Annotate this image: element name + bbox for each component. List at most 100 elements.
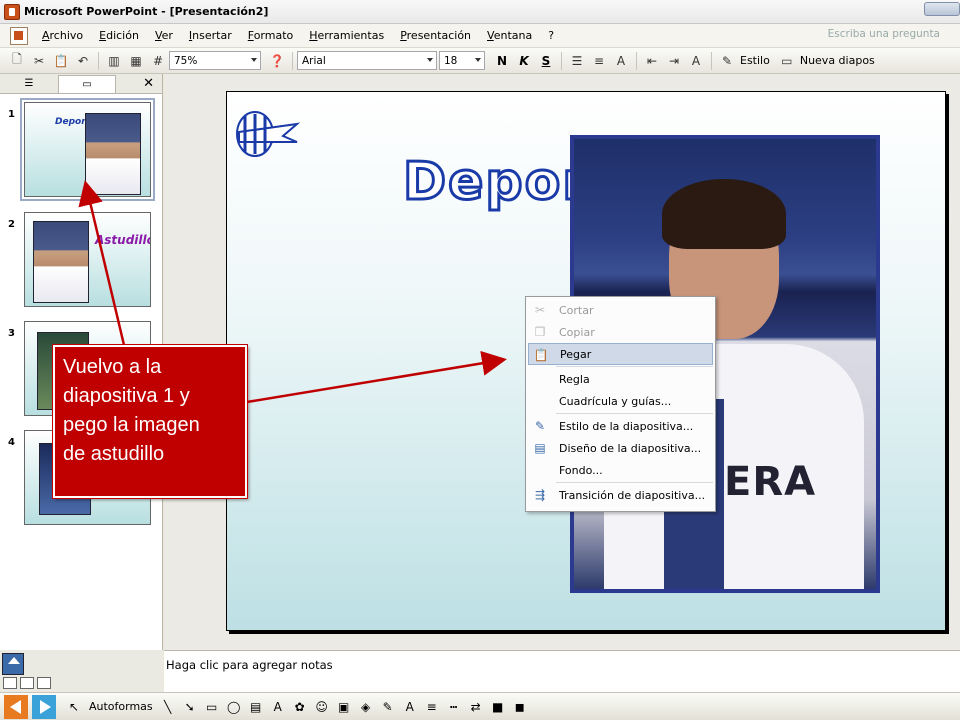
new-document-icon[interactable]: 🗋	[7, 51, 27, 71]
style-button[interactable]: Estilo	[740, 54, 770, 67]
decrease-indent-icon[interactable]: ⇤	[642, 51, 662, 71]
tab-outline[interactable]: ☰	[0, 75, 58, 93]
undo-icon[interactable]: ↶	[73, 51, 93, 71]
menu-item-estilo[interactable]: ✎ Estilo de la diapositiva...	[528, 415, 713, 437]
sorter-view-icon[interactable]	[20, 677, 34, 689]
annotation-callout: Vuelvo a la diapositiva 1 y pego la imag…	[52, 344, 248, 499]
slide-style-toolbar-icon[interactable]: ✎	[717, 51, 737, 71]
shadow-button[interactable]: S	[535, 54, 557, 68]
fill-color-icon[interactable]: ◈	[356, 697, 376, 717]
bullet-list-icon[interactable]: ≡	[589, 51, 609, 71]
new-slide-button[interactable]: Nueva diapos	[800, 54, 875, 67]
menu-edicion[interactable]: Edición	[91, 29, 147, 42]
line-style-icon[interactable]: ≡	[422, 697, 442, 717]
slide-number: 2	[8, 219, 15, 230]
menu-insertar[interactable]: Insertar	[181, 29, 240, 42]
font-color-icon[interactable]: A	[686, 51, 706, 71]
autoshapes-menu[interactable]: Autoformas	[89, 700, 153, 713]
clipart-icon[interactable]: ☺	[312, 697, 332, 717]
menu-archivo[interactable]: Archivo	[34, 29, 91, 42]
italic-button[interactable]: K	[513, 54, 535, 68]
select-pointer-icon[interactable]: ↖	[64, 697, 84, 717]
line-icon[interactable]: ╲	[158, 697, 178, 717]
menu-item-label: Regla	[559, 372, 590, 386]
tab-slides[interactable]: ▭	[58, 74, 116, 93]
textbox-icon[interactable]: ▤	[246, 697, 266, 717]
menu-item-diseno[interactable]: ▤ Diseño de la diapositiva...	[528, 437, 713, 459]
callout-line: Vuelvo a la	[63, 356, 162, 378]
slide-number: 3	[8, 328, 15, 339]
slide-thumbnail-1[interactable]: Deport	[20, 98, 155, 201]
next-slide-icon[interactable]	[32, 694, 56, 719]
home-icon[interactable]	[2, 653, 24, 675]
menu-item-copiar[interactable]: ❐ Copiar	[528, 321, 713, 343]
3d-icon[interactable]: ◼	[510, 697, 530, 717]
powerpoint-app-icon	[4, 3, 20, 20]
slide-thumbnail-2[interactable]: Astudillo	[24, 212, 151, 307]
menu-help[interactable]: ?	[540, 29, 562, 42]
help-icon[interactable]: ❓	[267, 51, 287, 71]
diagram-icon[interactable]: ✿	[290, 697, 310, 717]
shadow-icon[interactable]: ■	[488, 697, 508, 717]
bold-button[interactable]: N	[491, 54, 513, 68]
chevron-down-icon	[475, 58, 481, 62]
picture-icon[interactable]: ▣	[334, 697, 354, 717]
font-select[interactable]: Arial	[297, 51, 437, 70]
thumb-photo	[85, 113, 141, 195]
menu-ventana[interactable]: Ventana	[479, 29, 540, 42]
callout-line: diapositiva 1 y	[63, 385, 190, 407]
window-controls[interactable]	[924, 2, 960, 16]
toolbar-separator	[636, 51, 637, 70]
grid-icon[interactable]: #	[148, 51, 168, 71]
insert-chart-icon[interactable]: ▥	[104, 51, 124, 71]
menu-ver[interactable]: Ver	[147, 29, 181, 42]
menu-separator	[556, 366, 713, 367]
toolbar-separator	[711, 51, 712, 70]
club-crest-logo	[236, 111, 301, 157]
arrow-style-icon[interactable]: ⇄	[466, 697, 486, 717]
numbered-list-icon[interactable]: ☰	[567, 51, 587, 71]
document-menu-icon[interactable]	[10, 26, 28, 45]
menu-item-transicion[interactable]: ⇶ Transición de diapositiva...	[528, 484, 713, 506]
wordart-icon[interactable]: A	[268, 697, 288, 717]
menu-item-label: Cortar	[559, 303, 594, 317]
insert-table-icon[interactable]: ▦	[126, 51, 146, 71]
menu-item-fondo[interactable]: Fondo...	[528, 459, 713, 481]
menu-herramientas[interactable]: Herramientas	[301, 29, 392, 42]
rectangle-icon[interactable]: ▭	[202, 697, 222, 717]
menu-item-label: Pegar	[560, 347, 592, 361]
menu-item-label: Cuadrícula y guías...	[559, 394, 672, 408]
ellipse-icon[interactable]: ◯	[224, 697, 244, 717]
increase-indent-icon[interactable]: ⇥	[664, 51, 684, 71]
menu-item-pegar[interactable]: 📋 Pegar	[528, 343, 713, 365]
new-slide-icon[interactable]: ▭	[777, 51, 797, 71]
context-menu: ✂ Cortar ❐ Copiar 📋 Pegar Regla Cuadrícu…	[525, 296, 716, 512]
arrow-icon[interactable]: ➘	[180, 697, 200, 717]
drawing-toolbar: ↖ Autoformas ╲ ➘ ▭ ◯ ▤ A ✿ ☺ ▣ ◈ ✎ A ≡ ┅…	[0, 692, 960, 720]
menu-item-cortar[interactable]: ✂ Cortar	[528, 299, 713, 321]
menu-item-label: Estilo de la diapositiva...	[559, 419, 694, 433]
line-color-icon[interactable]: ✎	[378, 697, 398, 717]
normal-view-icon[interactable]	[3, 677, 17, 689]
notes-pane[interactable]: Haga clic para agregar notas	[164, 650, 960, 692]
menu-item-regla[interactable]: Regla	[528, 368, 713, 390]
help-question-input[interactable]: Escriba una pregunta	[828, 28, 940, 40]
menu-separator	[556, 413, 713, 414]
dash-style-icon[interactable]: ┅	[444, 697, 464, 717]
menu-presentacion[interactable]: Presentación	[392, 29, 479, 42]
font-color-draw-icon[interactable]: A	[400, 697, 420, 717]
menu-item-cuadricula[interactable]: Cuadrícula y guías...	[528, 390, 713, 412]
cut-icon[interactable]: ✂	[29, 51, 49, 71]
menu-item-label: Transición de diapositiva...	[559, 488, 706, 502]
slide-number: 4	[8, 437, 15, 448]
menu-formato[interactable]: Formato	[240, 29, 302, 42]
previous-slide-icon[interactable]	[4, 694, 28, 719]
slideshow-view-icon[interactable]	[37, 677, 51, 689]
font-size-select[interactable]: 18	[439, 51, 485, 70]
increase-font-icon[interactable]: A	[611, 51, 631, 71]
zoom-select[interactable]: 75%	[169, 51, 261, 70]
thumb-photo	[33, 221, 89, 303]
paste-toolbar-icon[interactable]: 📋	[51, 51, 71, 71]
close-icon[interactable]: ✕	[143, 76, 154, 91]
slide-number: 1	[8, 109, 15, 120]
